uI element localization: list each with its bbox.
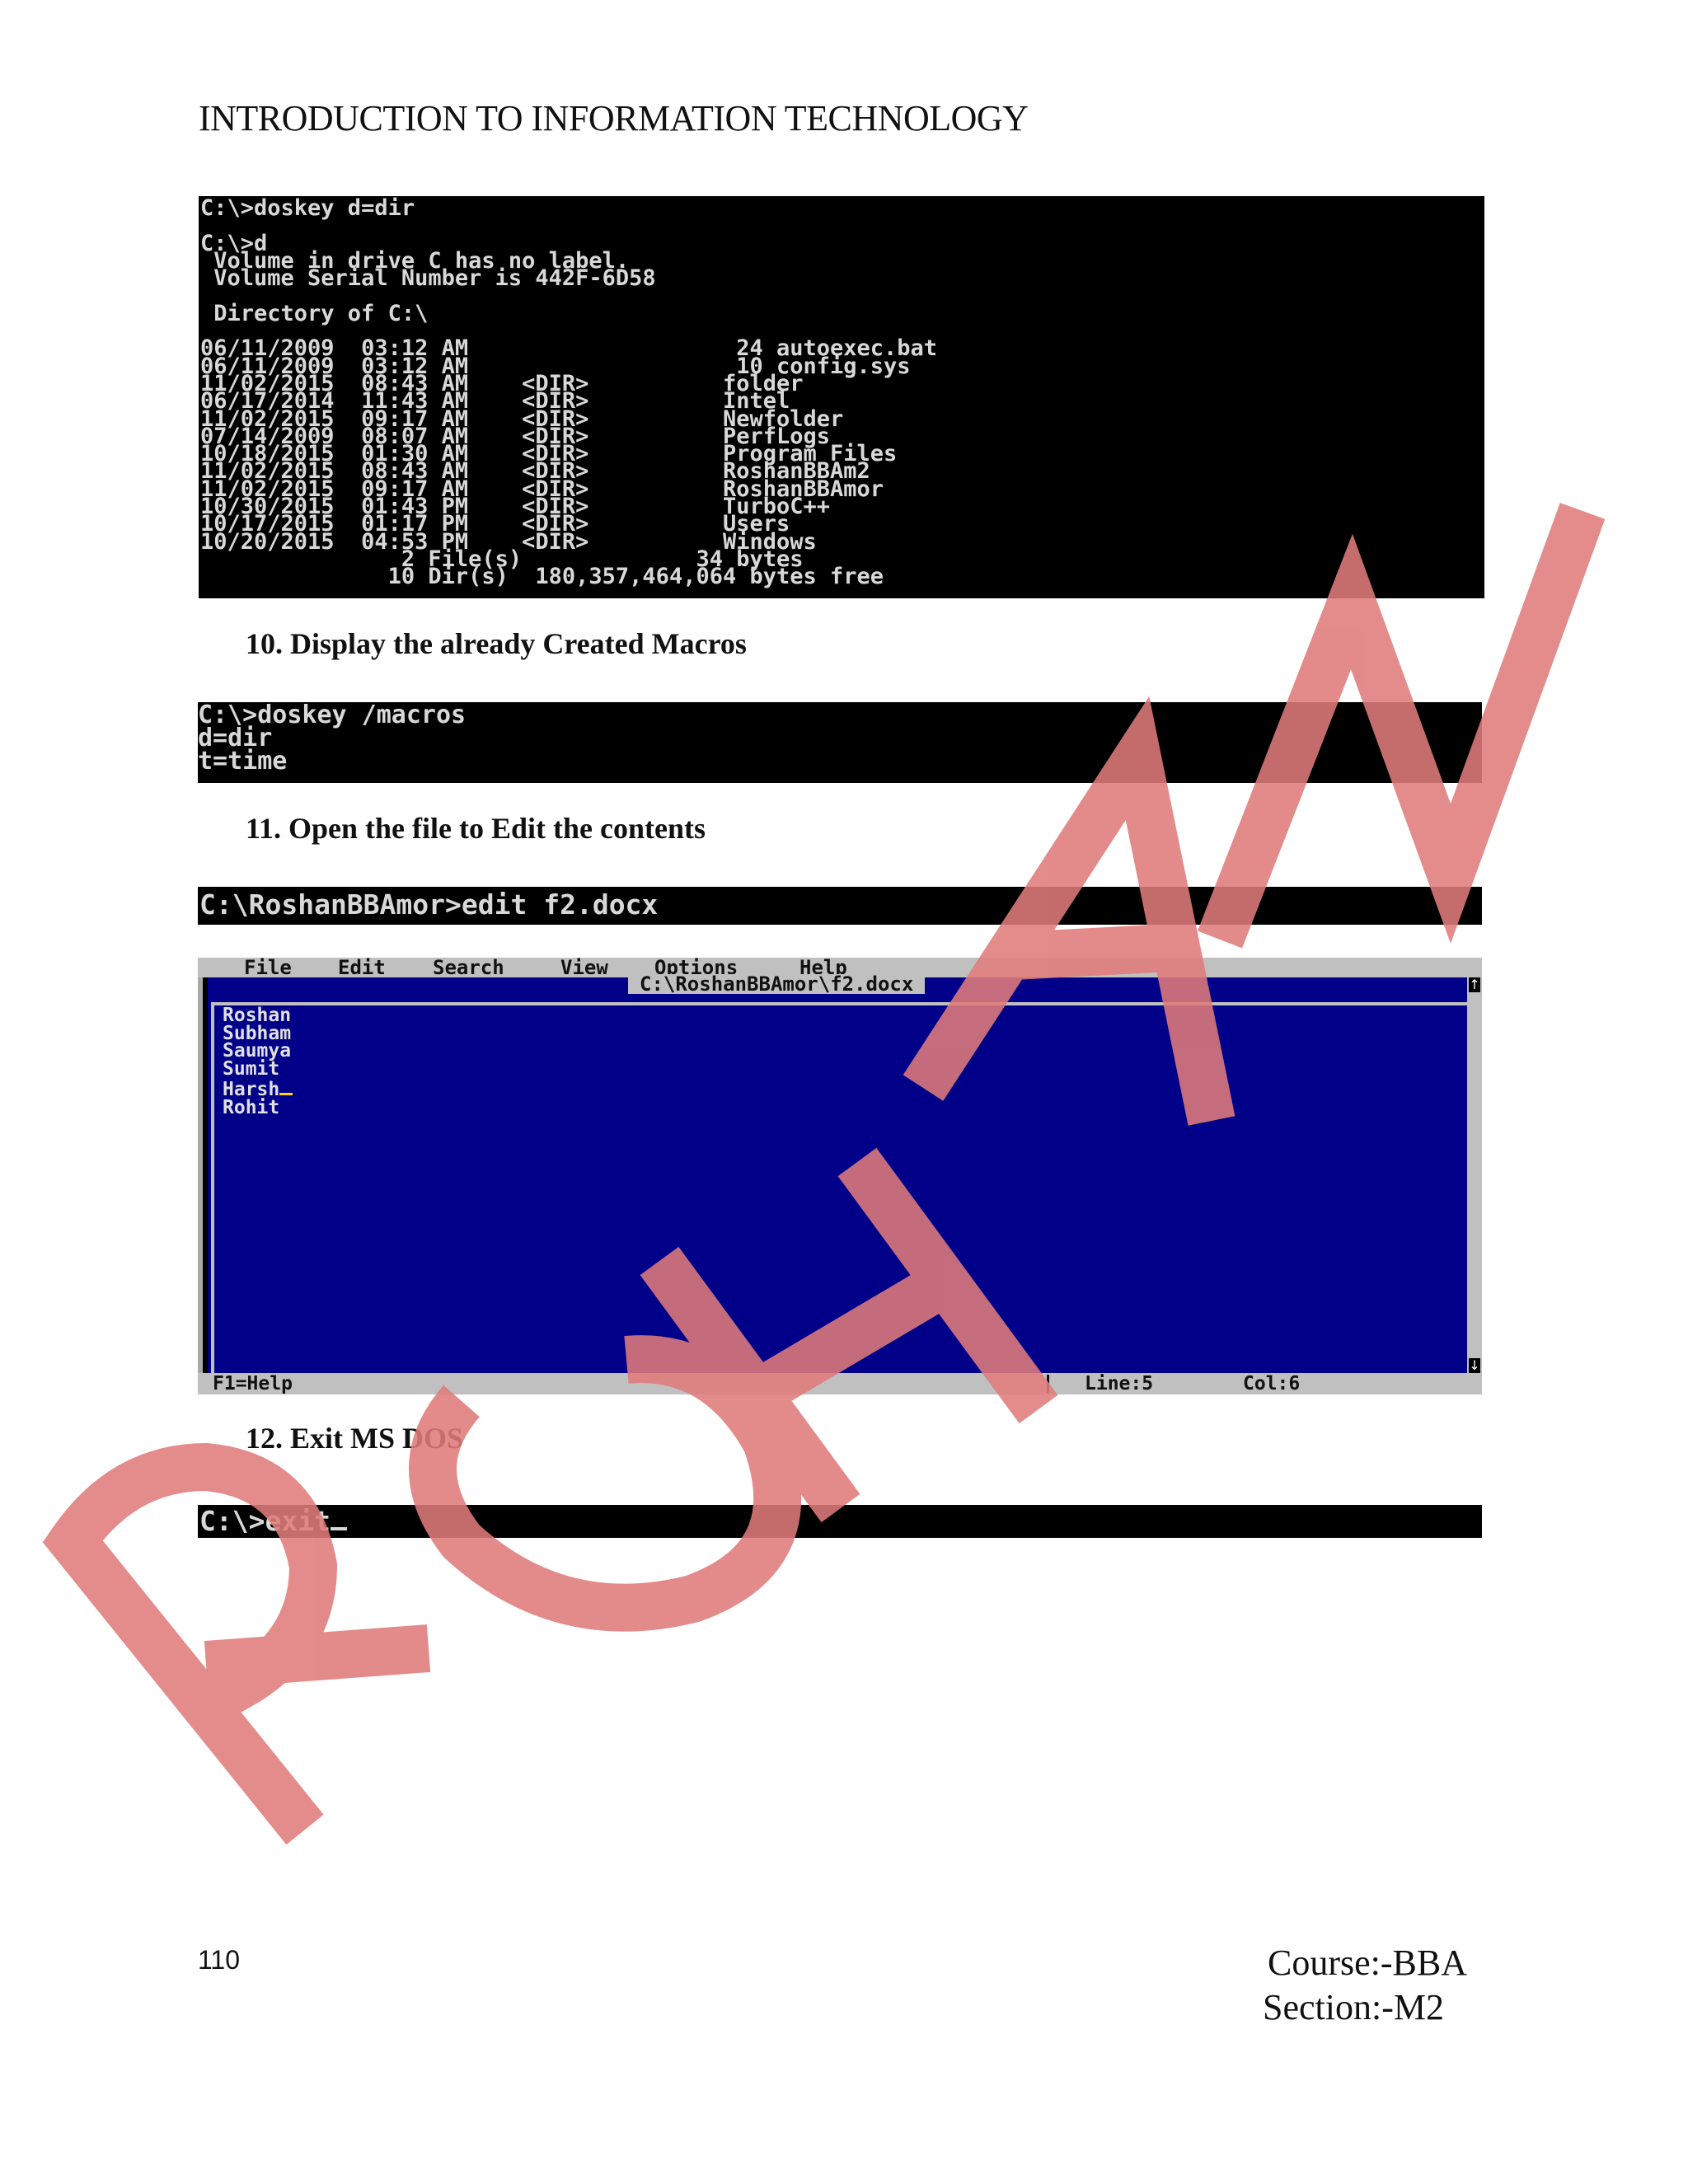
editor-line: Rohit <box>223 1096 280 1118</box>
step-10-heading: 10. Display the already Created Macros <box>246 627 747 660</box>
exit-command-text: C:\>exit <box>199 1505 331 1537</box>
console-macros-output: C:\>doskey /macros d=dir t=time <box>198 702 467 776</box>
menu-view[interactable]: View <box>560 958 608 977</box>
editor-lines: Roshan Subham Saumya Sumit Harsh Rohit <box>223 1006 293 1118</box>
edit-command-text: C:\RoshanBBAmor>edit f2.docx <box>199 888 659 921</box>
editor-statusbar: F1=Help Line:5 Col:6 <box>198 1373 1482 1394</box>
console-cursor <box>330 1506 347 1530</box>
status-divider <box>1047 1375 1049 1393</box>
status-line: Line:5 <box>1085 1373 1154 1394</box>
step-11-heading: 11. Open the file to Edit the contents <box>246 812 706 845</box>
editor-scrollbar[interactable]: ↑ ↓ <box>1467 977 1482 1373</box>
page-number: 110 <box>198 1945 241 1975</box>
editor-frame-left <box>211 1002 214 1375</box>
editor-line: Sumit <box>223 1057 280 1080</box>
editor-line-with-cursor: Harsh <box>223 1078 293 1099</box>
menu-file[interactable]: File <box>244 958 292 977</box>
menu-edit[interactable]: Edit <box>338 958 386 977</box>
menu-search[interactable]: Search <box>433 958 504 977</box>
status-col: Col:6 <box>1243 1373 1301 1394</box>
console-dir-output: C:\>doskey d=dir C:\>d Volume in drive C… <box>200 196 938 590</box>
console-exit-command: C:\>exit <box>198 1505 1482 1538</box>
editor-frame-top <box>213 1002 1472 1005</box>
footer-course: Course:-BBA <box>1268 1943 1467 1983</box>
console-dir-screenshot: C:\>doskey d=dir C:\>d Volume in drive C… <box>199 196 1484 598</box>
msdos-editor-window: File Edit Search View Options Help Rosha… <box>198 958 1482 1394</box>
status-help: F1=Help <box>213 1373 293 1394</box>
exit-command-line: C:\>exit <box>199 1505 1482 1538</box>
scroll-down-icon[interactable]: ↓ <box>1469 1358 1480 1373</box>
editor-text-area[interactable]: Roshan Subham Saumya Sumit Harsh Rohit <box>203 977 1477 1375</box>
console-edit-command: C:\RoshanBBAmor>edit f2.docx <box>198 887 1482 925</box>
watermark-letter-o <box>409 1335 802 1632</box>
scroll-up-icon[interactable]: ↑ <box>1469 977 1480 992</box>
editor-file-title: C:\RoshanBBAmor\f2.docx <box>628 974 926 994</box>
footer-section: Section:-M2 <box>1263 1987 1444 2027</box>
console-macros-screenshot: C:\>doskey /macros d=dir t=time <box>198 702 1482 783</box>
document-header: INTRODUCTION TO INFORMATION TECHNOLOGY <box>199 98 1029 138</box>
text-cursor <box>279 1078 293 1095</box>
step-12-heading: 12. Exit MS DOS <box>246 1422 464 1455</box>
